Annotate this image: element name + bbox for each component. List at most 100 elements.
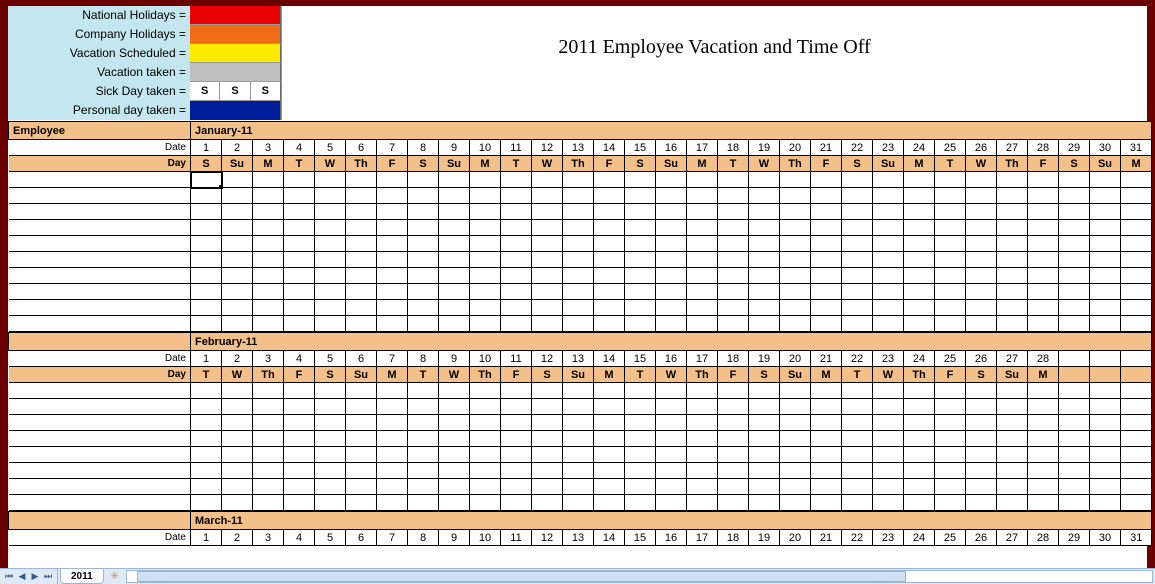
cell[interactable]: 7	[377, 140, 408, 156]
cell[interactable]	[532, 284, 563, 300]
cell[interactable]	[1090, 447, 1121, 463]
cell[interactable]	[842, 431, 873, 447]
cell[interactable]	[1121, 172, 1152, 188]
cell[interactable]: T	[191, 367, 222, 383]
cell[interactable]	[1090, 431, 1121, 447]
cell[interactable]	[563, 172, 594, 188]
cell[interactable]	[687, 268, 718, 284]
cell[interactable]	[377, 447, 408, 463]
cell[interactable]	[284, 268, 315, 284]
cell[interactable]	[873, 447, 904, 463]
cell[interactable]	[408, 316, 439, 332]
cell[interactable]	[1121, 316, 1152, 332]
cell[interactable]	[532, 479, 563, 495]
cell[interactable]	[966, 220, 997, 236]
cell[interactable]	[687, 431, 718, 447]
cell[interactable]	[284, 172, 315, 188]
cell[interactable]	[408, 300, 439, 316]
cell[interactable]	[625, 383, 656, 399]
cell[interactable]	[408, 463, 439, 479]
cell[interactable]	[811, 268, 842, 284]
cell[interactable]	[1059, 284, 1090, 300]
cell[interactable]	[594, 236, 625, 252]
cell[interactable]	[687, 383, 718, 399]
cell[interactable]	[1121, 447, 1152, 463]
cell[interactable]	[253, 463, 284, 479]
cell[interactable]	[749, 383, 780, 399]
cell[interactable]: W	[439, 367, 470, 383]
cell[interactable]	[811, 204, 842, 220]
cell[interactable]	[842, 252, 873, 268]
cell[interactable]: 10	[470, 351, 501, 367]
cell[interactable]	[1121, 252, 1152, 268]
cell[interactable]: Th	[780, 156, 811, 172]
cell[interactable]	[501, 447, 532, 463]
scroll-thumb[interactable]	[137, 571, 906, 582]
cell[interactable]	[377, 236, 408, 252]
cell[interactable]	[997, 399, 1028, 415]
cell[interactable]: T	[501, 156, 532, 172]
cell[interactable]	[377, 495, 408, 511]
cell[interactable]	[501, 300, 532, 316]
cell[interactable]	[501, 284, 532, 300]
cell[interactable]	[563, 495, 594, 511]
cell[interactable]	[935, 220, 966, 236]
cell[interactable]: M	[1028, 367, 1059, 383]
cell[interactable]: 27	[997, 140, 1028, 156]
cell[interactable]	[222, 495, 253, 511]
cell[interactable]	[1059, 236, 1090, 252]
cell[interactable]	[656, 172, 687, 188]
cell[interactable]: F	[1028, 156, 1059, 172]
cell[interactable]	[439, 383, 470, 399]
cell[interactable]	[253, 284, 284, 300]
cell[interactable]	[966, 204, 997, 220]
cell[interactable]	[966, 236, 997, 252]
cell[interactable]	[470, 316, 501, 332]
cell[interactable]	[501, 188, 532, 204]
cell[interactable]	[563, 447, 594, 463]
cell[interactable]	[470, 220, 501, 236]
cell[interactable]: 18	[718, 530, 749, 546]
cell[interactable]: 22	[842, 530, 873, 546]
cell[interactable]	[1121, 204, 1152, 220]
cell[interactable]	[904, 252, 935, 268]
cell[interactable]: 24	[904, 530, 935, 546]
cell[interactable]	[687, 300, 718, 316]
cell[interactable]	[718, 188, 749, 204]
cell[interactable]: 4	[284, 530, 315, 546]
cell[interactable]: 22	[842, 140, 873, 156]
cell[interactable]	[191, 431, 222, 447]
cell[interactable]	[718, 172, 749, 188]
cell[interactable]	[439, 188, 470, 204]
cell[interactable]	[439, 236, 470, 252]
cell[interactable]	[935, 268, 966, 284]
cell[interactable]	[563, 252, 594, 268]
cell[interactable]	[904, 300, 935, 316]
cell[interactable]: M	[687, 156, 718, 172]
cell[interactable]	[594, 447, 625, 463]
cell[interactable]	[253, 252, 284, 268]
cell[interactable]: T	[718, 156, 749, 172]
cell[interactable]	[501, 399, 532, 415]
cell[interactable]	[780, 236, 811, 252]
cell[interactable]	[470, 236, 501, 252]
cell[interactable]: 12	[532, 530, 563, 546]
cell[interactable]: F	[377, 156, 408, 172]
cell[interactable]: 11	[501, 530, 532, 546]
cell[interactable]	[625, 495, 656, 511]
cell[interactable]	[904, 463, 935, 479]
cell[interactable]	[346, 463, 377, 479]
cell[interactable]	[749, 252, 780, 268]
cell[interactable]	[1059, 268, 1090, 284]
cell[interactable]	[718, 220, 749, 236]
cell[interactable]	[563, 236, 594, 252]
cell[interactable]	[966, 300, 997, 316]
cell[interactable]	[594, 188, 625, 204]
cell[interactable]	[315, 188, 346, 204]
cell[interactable]	[966, 172, 997, 188]
cell[interactable]	[997, 316, 1028, 332]
cell[interactable]	[501, 220, 532, 236]
cell[interactable]	[718, 383, 749, 399]
cell[interactable]	[191, 415, 222, 431]
cell[interactable]: 26	[966, 530, 997, 546]
